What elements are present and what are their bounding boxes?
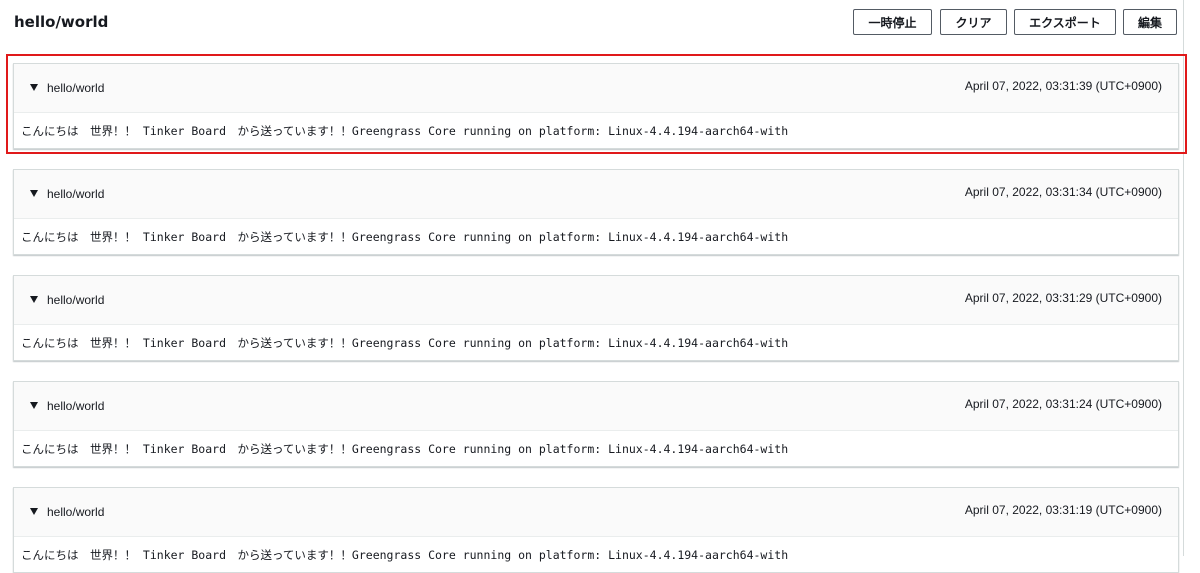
message-header[interactable]: hello/world April 07, 2022, 03:31:19 (UT… xyxy=(14,488,1178,537)
message-header[interactable]: hello/world April 07, 2022, 03:31:29 (UT… xyxy=(14,276,1178,325)
message-topic: hello/world xyxy=(47,187,105,201)
message-card: hello/world April 07, 2022, 03:31:34 (UT… xyxy=(13,169,1179,255)
caret-down-icon[interactable] xyxy=(30,84,38,91)
message-body: こんにちは 世界！！ Tinker Board から送っています！！Greeng… xyxy=(14,537,1178,572)
message-timestamp: April 07, 2022, 03:31:24 (UTC+0900) xyxy=(964,397,1162,411)
message-card: hello/world April 07, 2022, 03:31:39 (UT… xyxy=(13,63,1179,149)
message-card: hello/world April 07, 2022, 03:31:24 (UT… xyxy=(13,381,1179,467)
message-payload: こんにちは 世界！！ Tinker Board から送っています！！Greeng… xyxy=(21,336,789,350)
message-timestamp: April 07, 2022, 03:31:29 (UTC+0900) xyxy=(964,291,1162,305)
message-card: hello/world April 07, 2022, 03:31:29 (UT… xyxy=(13,275,1179,361)
message-topic: hello/world xyxy=(47,81,105,95)
caret-down-icon[interactable] xyxy=(30,508,38,515)
clear-button[interactable]: クリア xyxy=(940,9,1007,35)
pause-button[interactable]: 一時停止 xyxy=(853,9,932,35)
message-body: こんにちは 世界！！ Tinker Board から送っています！！Greeng… xyxy=(14,113,1178,148)
message-payload: こんにちは 世界！！ Tinker Board から送っています！！Greeng… xyxy=(21,442,789,456)
toolbar: 一時停止 クリア エクスポート 編集 xyxy=(0,9,1200,37)
caret-down-icon[interactable] xyxy=(30,296,38,303)
message-payload: こんにちは 世界！！ Tinker Board から送っています！！Greeng… xyxy=(21,124,789,138)
message-body: こんにちは 世界！！ Tinker Board から送っています！！Greeng… xyxy=(14,431,1178,466)
message-body: こんにちは 世界！！ Tinker Board から送っています！！Greeng… xyxy=(14,325,1178,360)
message-header[interactable]: hello/world April 07, 2022, 03:31:34 (UT… xyxy=(14,170,1178,219)
message-topic: hello/world xyxy=(47,505,105,519)
message-header[interactable]: hello/world April 07, 2022, 03:31:24 (UT… xyxy=(14,382,1178,431)
message-payload: こんにちは 世界！！ Tinker Board から送っています！！Greeng… xyxy=(21,548,789,562)
caret-down-icon[interactable] xyxy=(30,402,38,409)
message-timestamp: April 07, 2022, 03:31:19 (UTC+0900) xyxy=(964,503,1162,517)
message-payload: こんにちは 世界！！ Tinker Board から送っています！！Greeng… xyxy=(21,230,789,244)
message-body: こんにちは 世界！！ Tinker Board から送っています！！Greeng… xyxy=(14,219,1178,254)
message-topic: hello/world xyxy=(47,293,105,307)
export-button[interactable]: エクスポート xyxy=(1014,9,1116,35)
message-timestamp: April 07, 2022, 03:31:39 (UTC+0900) xyxy=(964,79,1162,93)
message-card: hello/world April 07, 2022, 03:31:19 (UT… xyxy=(13,487,1179,573)
message-header[interactable]: hello/world April 07, 2022, 03:31:39 (UT… xyxy=(14,64,1178,113)
message-timestamp: April 07, 2022, 03:31:34 (UTC+0900) xyxy=(964,185,1162,199)
caret-down-icon[interactable] xyxy=(30,190,38,197)
edit-button[interactable]: 編集 xyxy=(1123,9,1177,35)
scroll-edge-divider xyxy=(1183,0,1184,556)
message-topic: hello/world xyxy=(47,399,105,413)
